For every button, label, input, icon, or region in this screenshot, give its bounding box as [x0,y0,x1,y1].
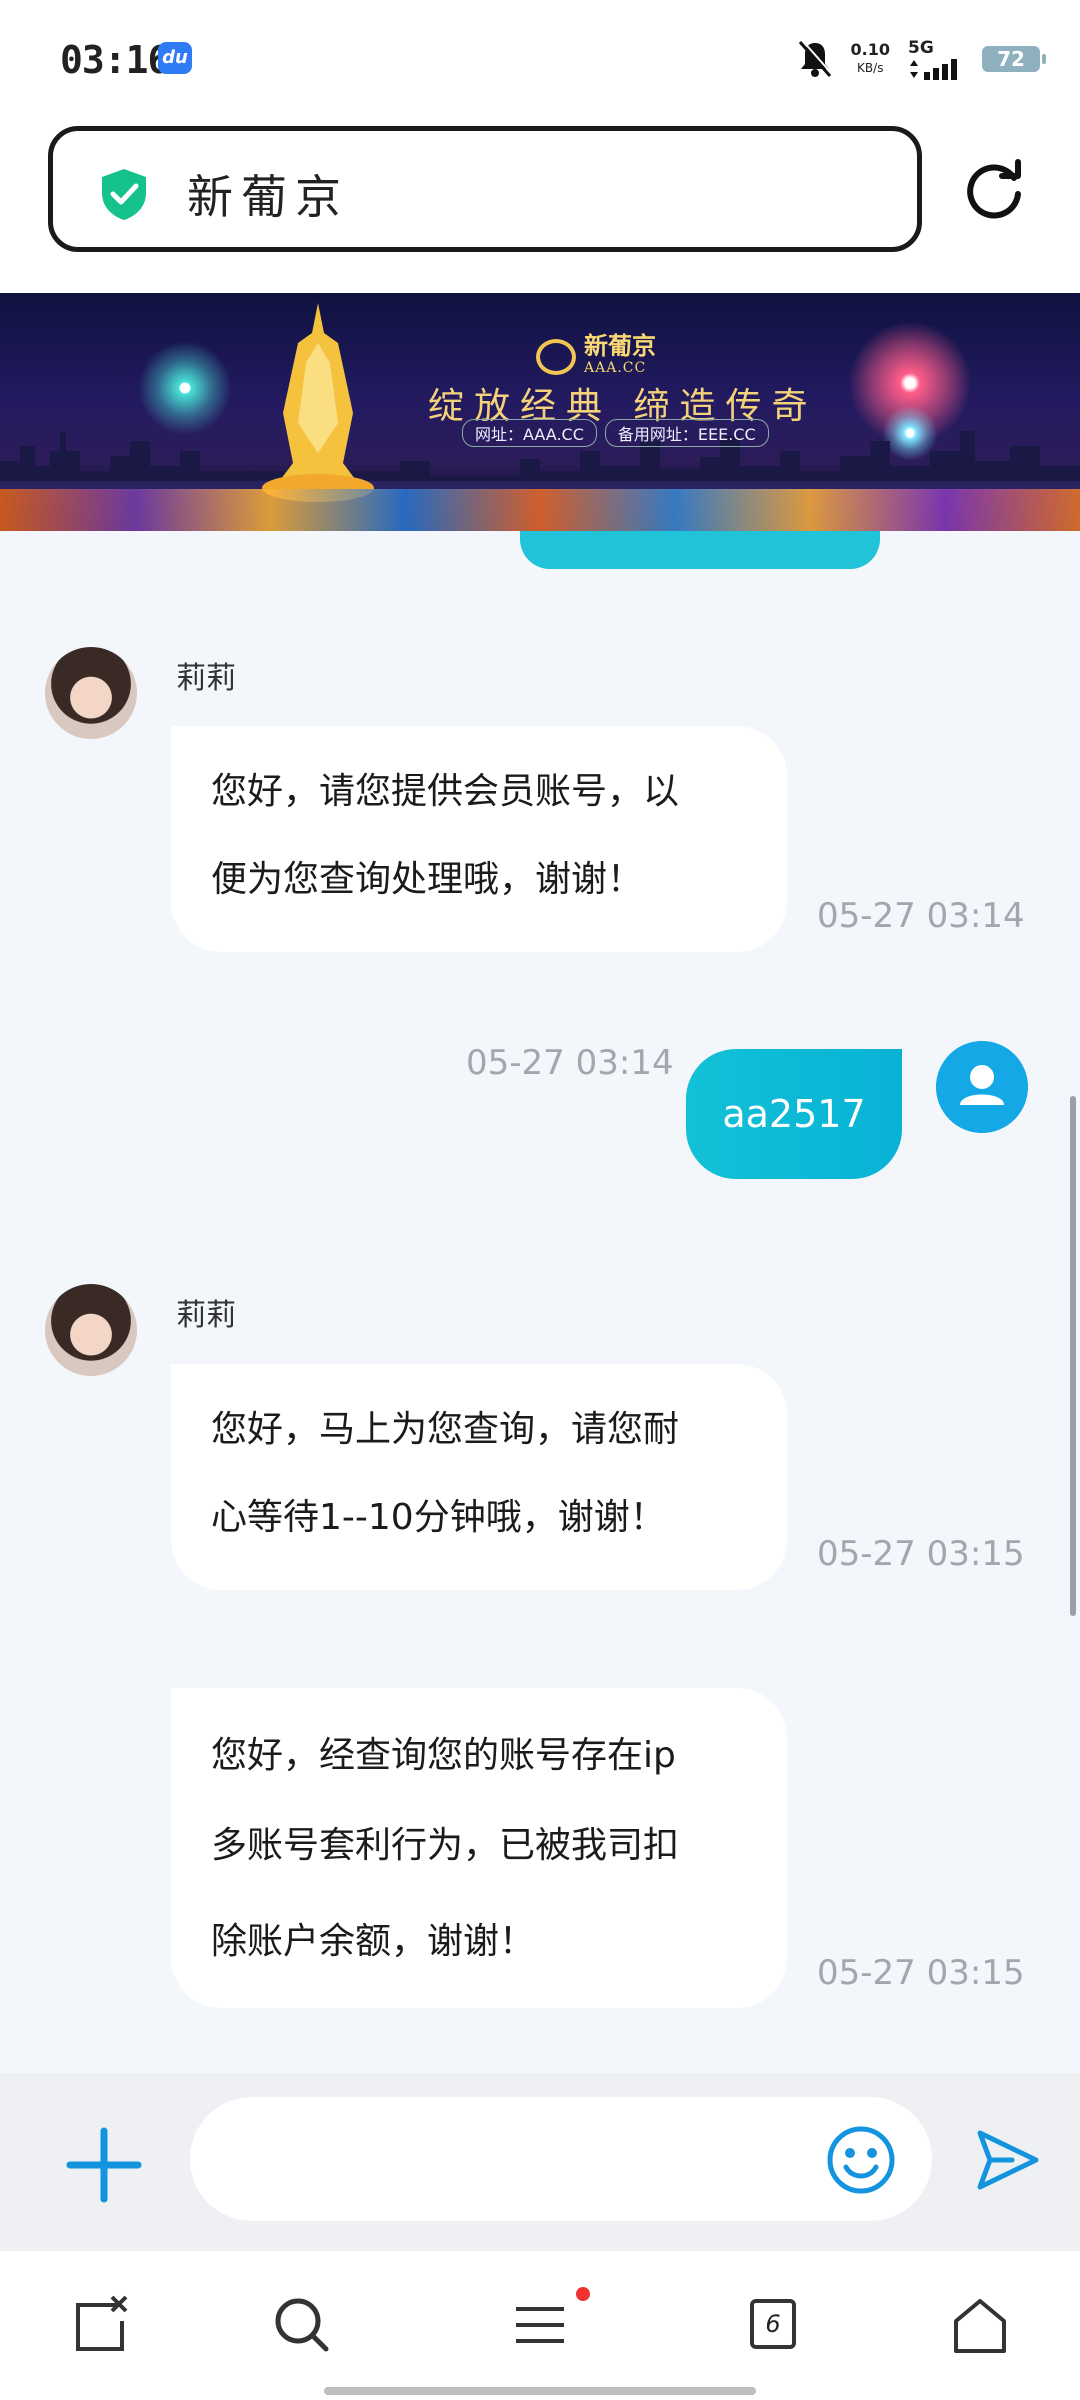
user-avatar-icon[interactable] [936,1041,1028,1133]
agent-message-bubble: 您好，经查询您的账号存在ip 多账号套利行为，已被我司扣 除账户余额，谢谢！ [171,1688,787,2008]
message-time: 05-27 03:14 [817,896,1025,936]
message-line: 便为您查询处理哦，谢谢！ [211,859,644,900]
agent-avatar[interactable] [45,1284,137,1376]
reload-icon[interactable] [962,158,1028,224]
agent-name: 莉莉 [176,661,236,696]
baidu-app-icon: du [158,42,192,74]
chat-area[interactable]: 莉莉 您好，请您提供会员账号，以 便为您查询处理哦，谢谢！ 05-27 03:1… [0,531,1080,2073]
browser-bottom-nav: 6 [0,2251,1080,2400]
close-page-icon[interactable] [72,2295,132,2355]
water-reflection [0,489,1080,531]
status-bar: 03:16 du 0.10 KB/s 5G 72 [0,0,1080,120]
message-line: 您好，经查询您的账号存在ip [211,1735,676,1776]
scrollbar[interactable] [1070,1096,1076,1616]
message-text: aa2517 [722,1092,866,1136]
shield-check-icon [102,169,146,220]
message-line: 心等待1--10分钟哦，谢谢！ [211,1497,666,1538]
logo-emblem [536,339,576,375]
message-line: 除账户余额，谢谢！ [211,1921,536,1962]
message-line: 您好，请您提供会员账号，以 [211,771,680,812]
clock: 03:16 [60,38,170,82]
search-icon[interactable] [272,2295,332,2355]
user-message-bubble: aa2517 [686,1049,902,1179]
previous-bubble-edge [520,531,880,569]
agent-message-bubble: 您好，马上为您查询，请您耐 心等待1--10分钟哦，谢谢！ [171,1364,787,1590]
signal-bars-icon [910,59,957,80]
home-icon[interactable] [950,2295,1010,2355]
site-name: 新葡京 [187,170,349,224]
banner-urls: 网址：AAA.CC 备用网址：EEE.CC [462,419,769,447]
message-line: 您好，马上为您查询，请您耐 [211,1409,680,1450]
casino-logo: 新葡京 AAA.CC [536,334,706,379]
gesture-home-indicator[interactable] [324,2387,756,2395]
message-input[interactable] [190,2097,932,2221]
notification-dot [576,2287,590,2301]
logo-text: 新葡京 AAA.CC [584,334,656,379]
send-icon[interactable] [972,2125,1042,2195]
promo-banner[interactable]: 新葡京 AAA.CC 绽放经典 缔造传奇 网址：AAA.CC 备用网址：EEE.… [0,293,1080,531]
url-primary: 网址：AAA.CC [462,419,597,447]
network-speed-unit: KB/s [857,61,884,75]
agent-avatar[interactable] [45,647,137,739]
agent-message-bubble: 您好，请您提供会员账号，以 便为您查询处理哦，谢谢！ [171,726,787,952]
message-time: 05-27 03:15 [817,1534,1025,1574]
tabs-count: 6 [765,2310,781,2338]
message-line: 多账号套利行为，已被我司扣 [211,1825,680,1866]
message-time: 05-27 03:15 [817,1953,1025,1993]
url-backup: 备用网址：EEE.CC [604,419,769,447]
network-speed-value: 0.10 [850,40,890,59]
plus-icon[interactable] [64,2125,144,2205]
agent-name: 莉莉 [176,1298,236,1333]
bell-muted-icon [798,39,833,77]
cellular-signal: 5G [908,38,964,80]
brand-cn: 新葡京 [584,331,656,360]
network-type: 5G [908,38,934,58]
network-speed: 0.10 KB/s [851,41,890,77]
battery-icon: 72 [982,46,1046,72]
status-indicators: 0.10 KB/s 5G 72 [797,34,1046,84]
tabs-button[interactable]: 6 [750,2299,796,2349]
address-bar[interactable]: 新葡京 [48,126,922,252]
chat-input-bar [0,2073,1080,2251]
message-time: 05-27 03:14 [466,1043,674,1083]
brand-en: AAA.CC [584,360,647,376]
lisboa-tower-decoration [262,303,374,502]
emoji-icon[interactable] [826,2125,896,2195]
menu-icon[interactable] [510,2295,570,2355]
